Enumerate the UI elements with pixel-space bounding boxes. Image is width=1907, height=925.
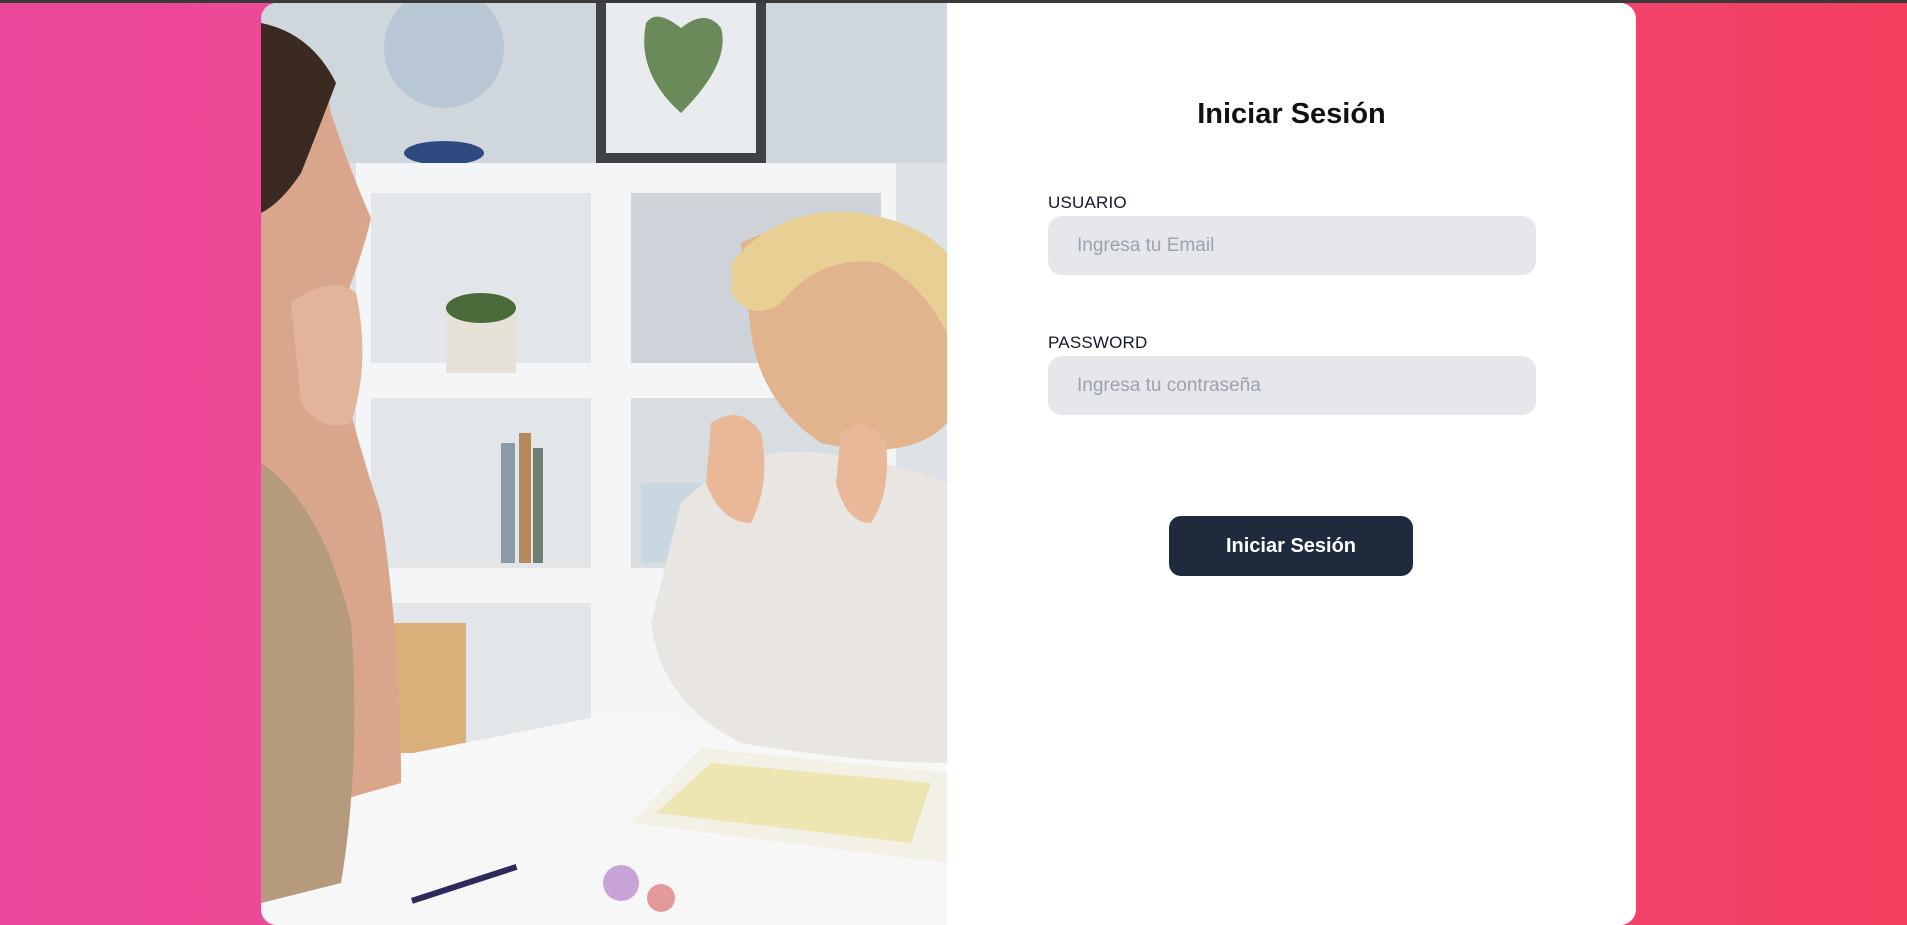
window-top-border xyxy=(0,0,1907,3)
login-form-panel: Iniciar Sesión USUARIO PASSWORD Iniciar … xyxy=(947,3,1636,925)
hero-photo xyxy=(261,3,947,925)
login-button[interactable]: Iniciar Sesión xyxy=(1169,516,1413,576)
username-label: USUARIO xyxy=(1048,193,1127,212)
password-label: PASSWORD xyxy=(1048,333,1148,352)
password-input[interactable] xyxy=(1048,356,1536,415)
login-title: Iniciar Sesión xyxy=(1197,98,1386,130)
email-input[interactable] xyxy=(1048,216,1536,275)
login-card: Iniciar Sesión USUARIO PASSWORD Iniciar … xyxy=(261,3,1636,925)
